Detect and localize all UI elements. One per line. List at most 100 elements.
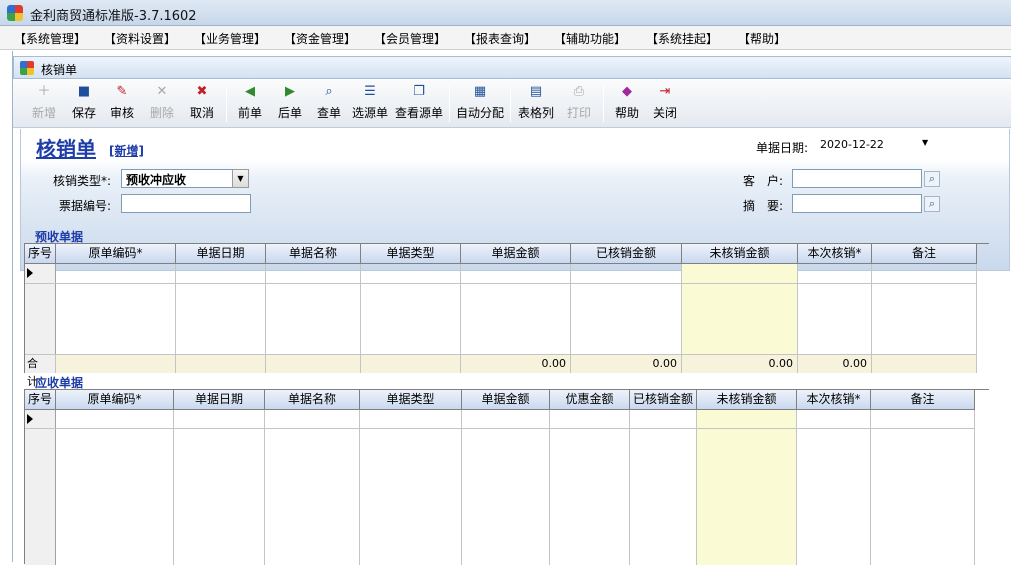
col-header[interactable]: 单据金额 <box>462 390 550 410</box>
grid-cell[interactable] <box>872 264 977 354</box>
printer-icon: ⎙ <box>573 84 585 99</box>
writeoff-type-select[interactable]: 预收冲应收 <box>121 169 233 188</box>
menu-bar: 【系统管理】 【资料设置】 【业务管理】 【资金管理】 【会员管理】 【报表查询… <box>0 26 1011 50</box>
writeoff-window: 核销单 ＋新增 ■ 保存 ✎ 审核 ✕ 删除 ✖ 取消 ◀ 前单 ▶ 后单 ⌕ 查单 ☰ 选源单… <box>12 51 1011 565</box>
grid-cell[interactable] <box>571 264 682 354</box>
grid-columns-button[interactable]: ▤ 表格列 <box>516 84 556 126</box>
col-header[interactable]: 单据日期 <box>174 390 265 410</box>
grid-cell[interactable] <box>56 264 176 354</box>
grid-cell[interactable] <box>682 264 798 354</box>
total-unwritten: 0.00 <box>682 354 798 373</box>
grid-cell[interactable] <box>697 410 797 565</box>
col-header[interactable]: 已核销金额 <box>630 390 697 410</box>
total-label: 合计: <box>25 354 56 388</box>
col-header[interactable]: 原单编码* <box>56 244 176 264</box>
grid-cell[interactable] <box>360 410 462 565</box>
grid-cell[interactable] <box>461 264 571 354</box>
grid-cell[interactable] <box>176 264 266 354</box>
prev-button[interactable]: ◀ 前单 <box>235 84 265 126</box>
toolbar-separator <box>510 86 511 122</box>
col-header[interactable]: 单据金额 <box>461 244 571 264</box>
prev-icon: ◀ <box>245 84 255 99</box>
grid-cell[interactable] <box>56 410 174 565</box>
menu-data-settings[interactable]: 【资料设置】 <box>104 30 176 47</box>
total-cell <box>176 354 266 373</box>
menu-tools[interactable]: 【辅助功能】 <box>554 30 626 47</box>
grid-cell[interactable] <box>871 410 975 565</box>
grid-cell[interactable] <box>266 264 361 354</box>
col-header[interactable]: 备注 <box>872 244 977 264</box>
grid-cell[interactable] <box>798 264 872 354</box>
toolbar-separator <box>603 86 604 122</box>
grid-cell[interactable] <box>462 410 550 565</box>
close-button[interactable]: ⇥ 关闭 <box>650 84 680 126</box>
view-source-icon: ❐ <box>413 84 425 99</box>
grid-cell[interactable] <box>361 264 461 354</box>
col-header[interactable]: 备注 <box>871 390 975 410</box>
col-header[interactable]: 未核销金额 <box>682 244 798 264</box>
cancel-icon: ✖ <box>196 84 208 99</box>
col-header[interactable]: 单据类型 <box>360 390 462 410</box>
audit-button[interactable]: ✎ 审核 <box>107 84 137 126</box>
grid-cell[interactable] <box>550 410 630 565</box>
toolbar-separator <box>226 86 227 122</box>
col-header[interactable]: 序号 <box>25 244 56 264</box>
delete-icon: ✕ <box>156 84 168 99</box>
status-badge: [新增] <box>109 144 144 158</box>
col-header[interactable]: 优惠金额 <box>550 390 630 410</box>
chevron-down-icon[interactable]: ▼ <box>922 138 928 147</box>
col-header[interactable]: 单据类型 <box>361 244 461 264</box>
col-header[interactable]: 原单编码* <box>56 390 174 410</box>
grid-cell[interactable] <box>174 410 265 565</box>
current-row-icon <box>27 268 33 278</box>
search-icon[interactable]: ⌕ <box>924 196 940 212</box>
col-header[interactable]: 单据日期 <box>176 244 266 264</box>
menu-business[interactable]: 【业务管理】 <box>194 30 266 47</box>
customer-input[interactable] <box>792 169 922 188</box>
menu-reports[interactable]: 【报表查询】 <box>464 30 536 47</box>
select-source-button[interactable]: ☰ 选源单 <box>351 84 389 126</box>
prepaid-grid[interactable]: 序号 原单编码* 单据日期 单据名称 单据类型 单据金额 已核销金额 未核销金额… <box>24 243 989 388</box>
col-header[interactable]: 本次核销* <box>798 244 872 264</box>
delete-button[interactable]: ✕ 删除 <box>147 84 177 126</box>
page-title: 核销单 <box>36 137 96 161</box>
query-icon: ⌕ <box>325 84 333 99</box>
select-source-icon: ☰ <box>364 84 376 99</box>
new-button[interactable]: ＋新增 <box>29 84 59 126</box>
audit-icon: ✎ <box>116 84 128 99</box>
col-header[interactable]: 本次核销* <box>797 390 871 410</box>
help-book-icon: ◆ <box>622 84 632 99</box>
total-cell <box>361 354 461 373</box>
window-titlebar: 金利商贸通标准版-3.7.1602 <box>0 0 1011 26</box>
query-button[interactable]: ⌕ 查单 <box>314 84 344 126</box>
grid-cell[interactable] <box>265 410 360 565</box>
print-button[interactable]: ⎙ 打印 <box>564 84 594 126</box>
save-button[interactable]: ■ 保存 <box>69 84 99 126</box>
customer-label: 客 户: <box>743 174 784 188</box>
menu-suspend[interactable]: 【系统挂起】 <box>646 30 718 47</box>
doc-icon <box>20 61 34 75</box>
col-header[interactable]: 单据名称 <box>266 244 361 264</box>
auto-allocate-button[interactable]: ▦ 自动分配 <box>455 84 505 126</box>
cancel-button[interactable]: ✖ 取消 <box>187 84 217 126</box>
receivable-grid[interactable]: 序号 原单编码* 单据日期 单据名称 单据类型 单据金额 优惠金额 已核销金额 … <box>24 389 989 565</box>
search-icon[interactable]: ⌕ <box>924 171 940 187</box>
col-header[interactable]: 已核销金额 <box>571 244 682 264</box>
view-source-button[interactable]: ❐ 查看源单 <box>394 84 444 126</box>
chevron-down-icon[interactable]: ▼ <box>232 169 249 188</box>
help-button[interactable]: ◆ 帮助 <box>612 84 642 126</box>
grid-cell[interactable] <box>797 410 871 565</box>
col-header[interactable]: 序号 <box>25 390 56 410</box>
menu-help[interactable]: 【帮助】 <box>738 30 786 47</box>
ticket-number-input[interactable] <box>121 194 251 213</box>
summary-input[interactable] <box>792 194 922 213</box>
menu-finance[interactable]: 【资金管理】 <box>284 30 356 47</box>
col-header[interactable]: 未核销金额 <box>697 390 797 410</box>
grid-cell[interactable] <box>630 410 697 565</box>
row-divider <box>25 283 977 284</box>
next-button[interactable]: ▶ 后单 <box>275 84 305 126</box>
save-icon: ■ <box>77 84 91 99</box>
col-header[interactable]: 单据名称 <box>265 390 360 410</box>
menu-system[interactable]: 【系统管理】 <box>14 30 86 47</box>
menu-member[interactable]: 【会员管理】 <box>374 30 446 47</box>
